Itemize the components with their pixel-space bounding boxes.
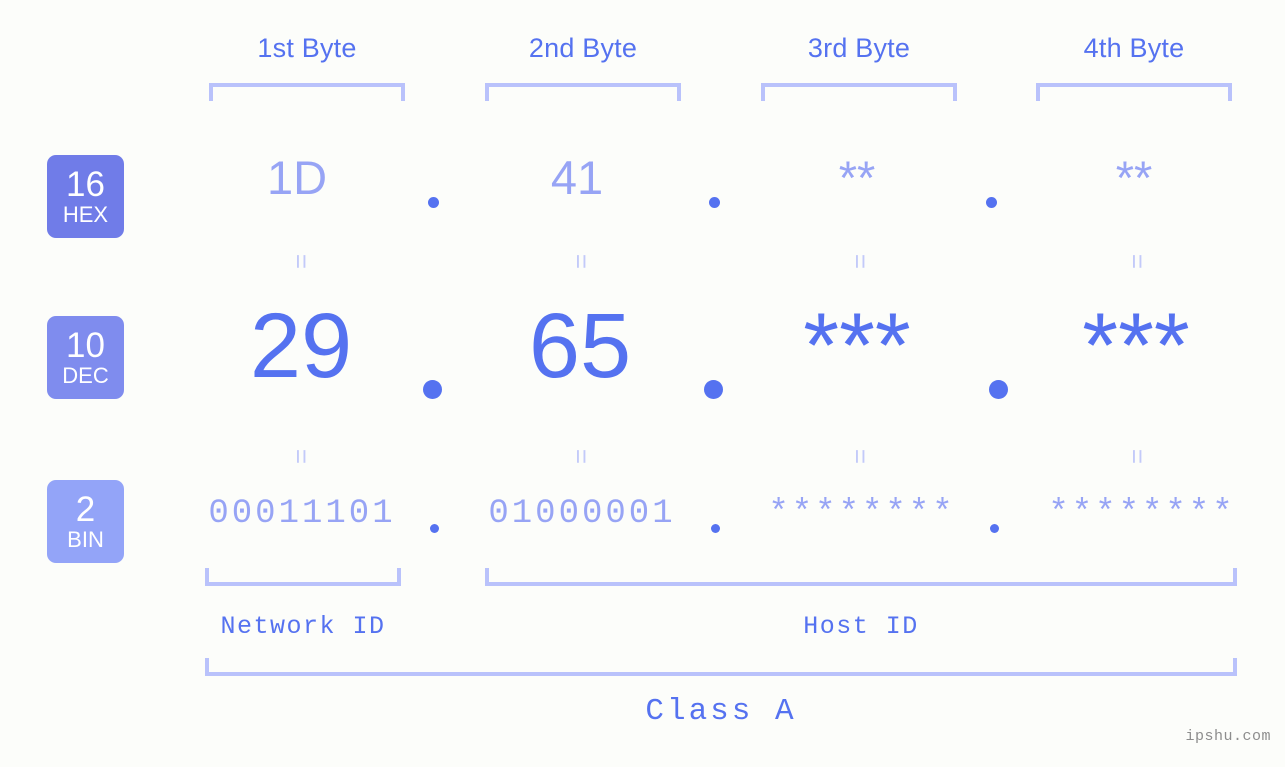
- hex-byte-2: 41: [550, 151, 604, 204]
- byte-bracket-2: [485, 83, 681, 101]
- bin-separator-3: [990, 524, 999, 533]
- equals-icon-hex-dec-4: =: [1122, 253, 1153, 270]
- bin-separator-1: [430, 524, 439, 533]
- equals-icon-dec-bin-4: =: [1122, 448, 1153, 465]
- byte-bracket-4: [1036, 83, 1232, 101]
- bin-byte-2: 01000001: [488, 495, 676, 533]
- byte-header-3: 3rd Byte: [807, 33, 911, 63]
- bin-row: 00011101 01000001 ******** ********: [0, 495, 1285, 550]
- dec-byte-3: ***: [803, 295, 911, 397]
- dec-separator-2: [704, 380, 723, 399]
- hex-byte-4: **: [1115, 151, 1153, 204]
- hex-byte-3: **: [838, 151, 876, 204]
- byte-header-2: 2nd Byte: [528, 33, 638, 63]
- hex-separator-3: [986, 197, 997, 208]
- equals-icon-hex-dec-1: =: [286, 253, 317, 270]
- hex-row: 1D 41 ** **: [0, 150, 1285, 230]
- dec-byte-4: ***: [1082, 295, 1190, 397]
- equals-icon-dec-bin-3: =: [845, 448, 876, 465]
- equals-icon-dec-bin-2: =: [566, 448, 597, 465]
- host-id-label: Host ID: [803, 612, 919, 641]
- dec-byte-2: 65: [528, 295, 632, 397]
- bin-byte-3: ********: [768, 495, 956, 533]
- bin-separator-2: [711, 524, 720, 533]
- bin-byte-4: ********: [1048, 495, 1236, 533]
- equals-icon-dec-bin-1: =: [286, 448, 317, 465]
- dec-row: 29 65 *** ***: [0, 300, 1285, 410]
- byte-header-1: 1st Byte: [257, 33, 357, 63]
- host-id-bracket: [485, 568, 1237, 586]
- equals-icon-hex-dec-2: =: [566, 253, 597, 270]
- dec-byte-1: 29: [249, 295, 353, 397]
- hex-separator-1: [428, 197, 439, 208]
- byte-bracket-1: [209, 83, 405, 101]
- network-id-bracket: [205, 568, 401, 586]
- dec-separator-3: [989, 380, 1008, 399]
- network-id-label: Network ID: [220, 612, 386, 641]
- byte-header-4: 4th Byte: [1083, 33, 1185, 63]
- byte-bracket-3: [761, 83, 957, 101]
- hex-separator-2: [709, 197, 720, 208]
- hex-byte-1: 1D: [266, 151, 328, 204]
- site-watermark: ipshu.com: [1185, 728, 1271, 745]
- bin-byte-1: 00011101: [208, 495, 396, 533]
- dec-separator-1: [423, 380, 442, 399]
- ip-breakdown-diagram: 1st Byte 2nd Byte 3rd Byte 4th Byte 16 H…: [0, 0, 1285, 767]
- class-label: Class A: [645, 694, 797, 729]
- class-bracket: [205, 658, 1237, 676]
- equals-icon-hex-dec-3: =: [845, 253, 876, 270]
